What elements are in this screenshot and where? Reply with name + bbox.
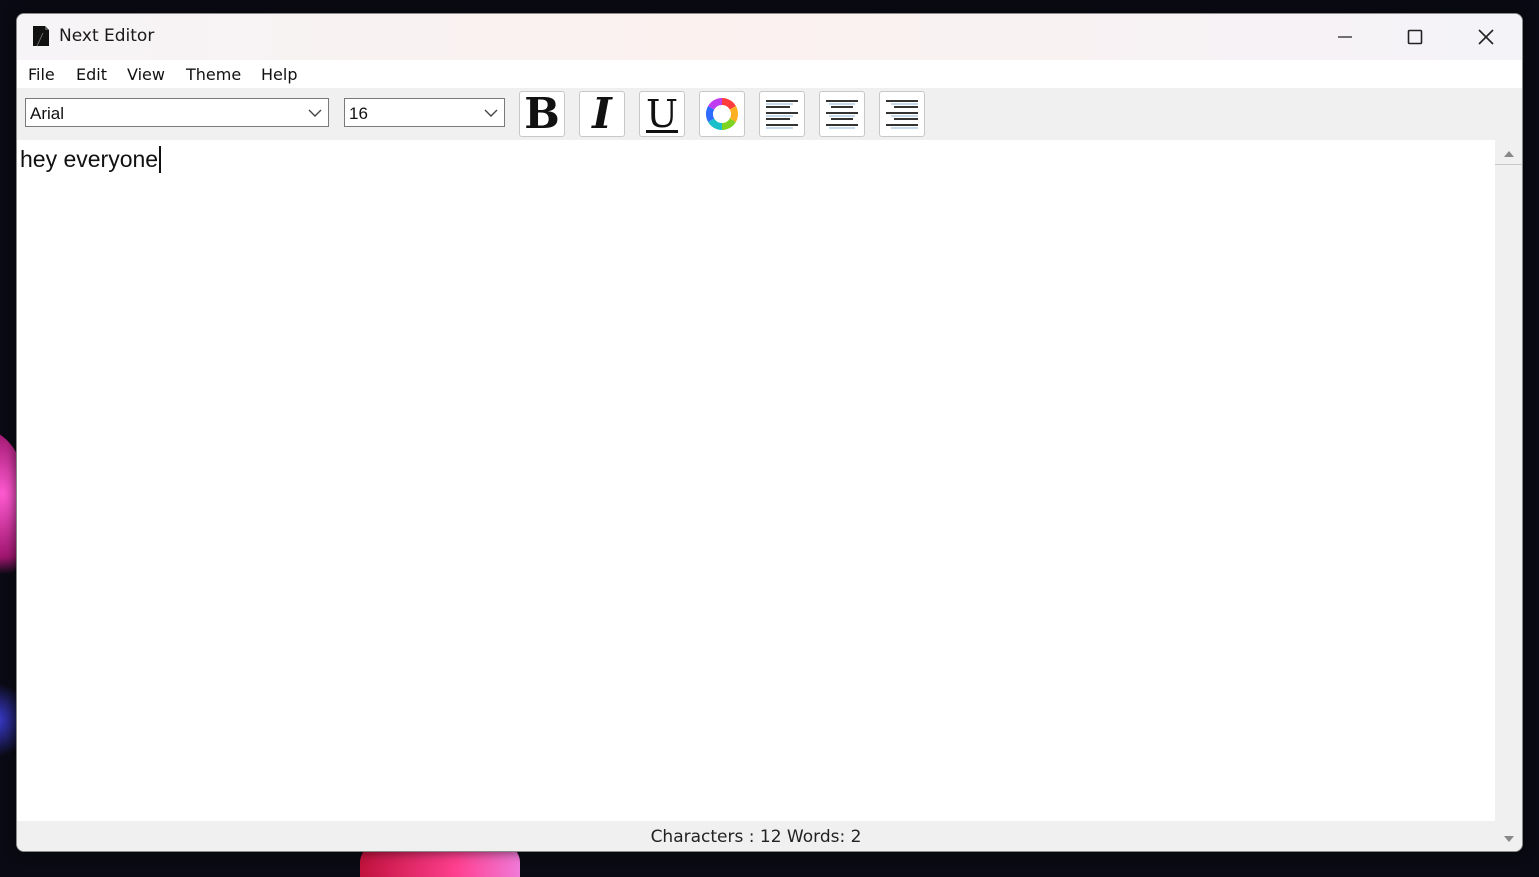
text-caret (159, 146, 162, 173)
align-left-icon (766, 100, 798, 129)
text-editor-area[interactable]: hey everyone (17, 140, 1495, 821)
underline-button[interactable]: U (639, 91, 685, 137)
menu-theme[interactable]: Theme (186, 65, 241, 84)
scroll-up-icon (1503, 151, 1514, 157)
menu-bar: File Edit View Theme Help (17, 60, 1522, 88)
align-center-button[interactable] (819, 91, 865, 137)
editor-window: Next Editor File Edit View Theme Help Ar… (16, 13, 1523, 852)
status-counts: Characters : 12 Words: 2 (650, 827, 862, 847)
text-color-button[interactable] (699, 91, 745, 137)
menu-edit[interactable]: Edit (76, 65, 107, 84)
vertical-scrollbar[interactable] (1495, 140, 1522, 851)
close-button[interactable] (1451, 14, 1521, 60)
scrollbar-divider (1495, 164, 1522, 165)
title-bar[interactable]: Next Editor (17, 14, 1522, 60)
app-icon (33, 26, 49, 47)
maximize-button[interactable] (1380, 14, 1450, 60)
underline-icon: U (645, 92, 679, 136)
align-right-button[interactable] (879, 91, 925, 137)
menu-file[interactable]: File (28, 65, 55, 84)
chevron-down-icon (308, 109, 322, 117)
color-wheel-icon (705, 97, 739, 131)
align-left-button[interactable] (759, 91, 805, 137)
menu-help[interactable]: Help (261, 65, 297, 84)
scroll-down-icon (1503, 836, 1514, 842)
font-family-value: Arial (30, 104, 65, 123)
close-icon (1478, 29, 1494, 45)
minimize-button[interactable] (1310, 14, 1380, 60)
editor-content: hey everyone (20, 146, 162, 173)
window-title: Next Editor (59, 26, 155, 46)
chevron-down-icon (484, 109, 498, 117)
italic-icon: I (592, 89, 612, 138)
status-bar: Characters : 12 Words: 2 (17, 821, 1495, 851)
bold-button[interactable]: B (519, 91, 565, 137)
bold-icon: B (524, 89, 560, 138)
font-family-select[interactable]: Arial (25, 98, 329, 127)
italic-button[interactable]: I (579, 91, 625, 137)
minimize-icon (1338, 36, 1352, 38)
scroll-down-button[interactable] (1495, 827, 1522, 851)
align-right-icon (886, 100, 918, 129)
maximize-icon (1407, 29, 1423, 45)
font-size-value: 16 (349, 104, 368, 123)
formatting-toolbar: Arial 16 B I U (17, 88, 1522, 140)
editor-text: hey everyone (20, 146, 159, 172)
scroll-up-button[interactable] (1495, 142, 1522, 166)
menu-view[interactable]: View (127, 65, 165, 84)
align-center-icon (826, 100, 858, 129)
font-size-select[interactable]: 16 (344, 98, 505, 127)
